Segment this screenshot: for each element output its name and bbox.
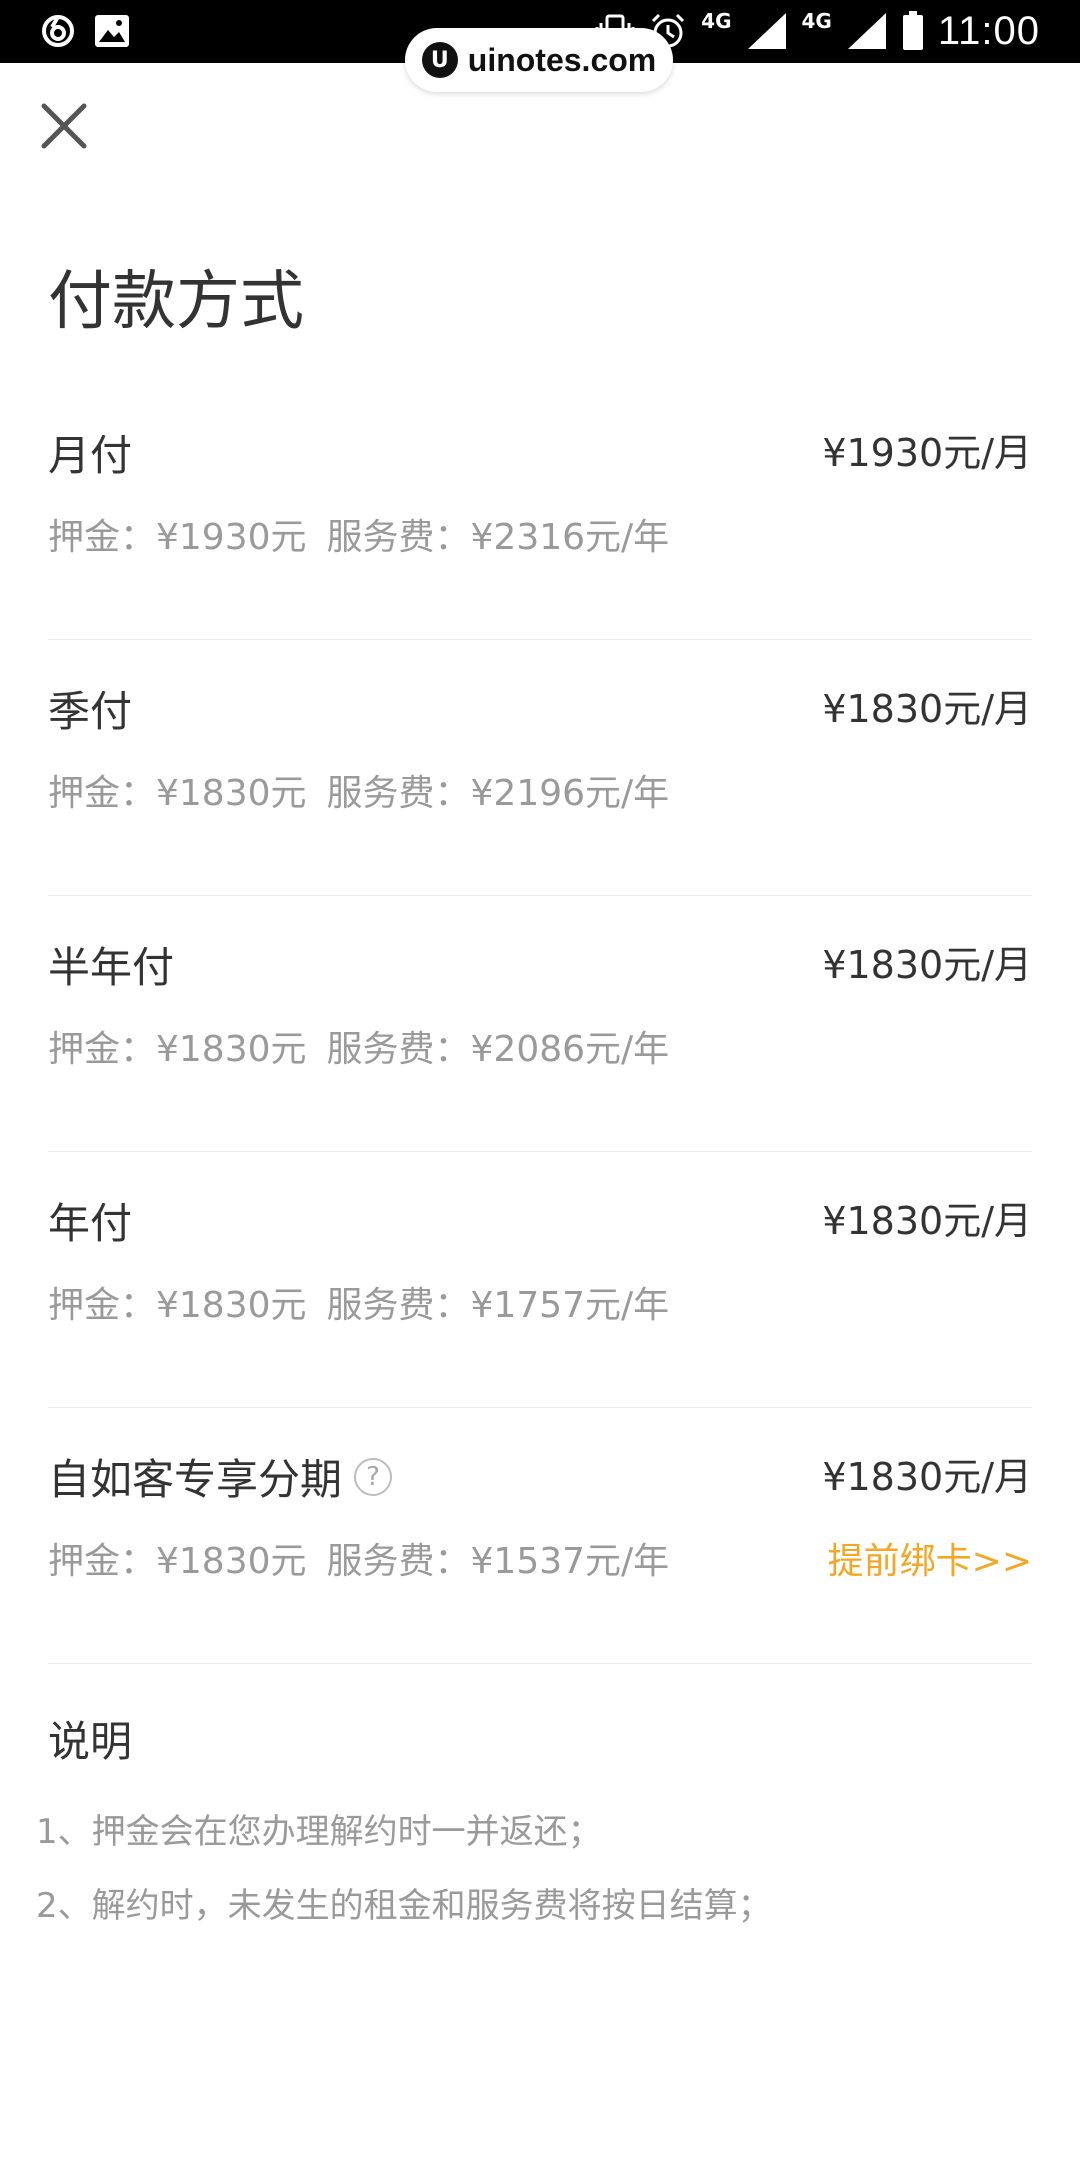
- plan-service-fee: 服务费：¥1757元/年: [326, 1285, 670, 1326]
- notes-list: 1、押金会在您办理解约时一并返还； 2、解约时，未发生的租金和服务费将按日结算；: [36, 1795, 772, 1943]
- close-button[interactable]: [38, 100, 90, 152]
- plan-item-monthly[interactable]: 月付 ¥1930元/月 押金：¥1930元 服务费：¥2316元/年: [48, 384, 1032, 640]
- watermark-text: uinotes.com: [467, 41, 657, 78]
- bind-card-link[interactable]: 提前绑卡>>: [828, 1532, 1032, 1584]
- plan-detail: 押金：¥1830元 服务费：¥2086元/年: [48, 1020, 669, 1072]
- watermark-logo: U: [421, 42, 458, 78]
- network-type-1: 4G: [701, 9, 732, 33]
- status-time: 11:00: [937, 8, 1040, 53]
- signal-icon: [746, 11, 788, 51]
- plan-deposit: 押金：¥1830元: [48, 773, 307, 814]
- plan-price: ¥1830元/月: [822, 943, 1032, 987]
- plan-deposit: 押金：¥1930元: [48, 517, 307, 558]
- plan-price: ¥1830元/月: [822, 1455, 1032, 1499]
- note-item: 1、押金会在您办理解约时一并返还；: [36, 1812, 602, 1852]
- notes-title: 说明: [48, 1717, 133, 1766]
- close-icon: [41, 103, 87, 149]
- plan-service-fee: 服务费：¥2196元/年: [326, 773, 670, 814]
- plan-detail: 押金：¥1830元 服务费：¥1757元/年: [48, 1276, 669, 1328]
- plan-name: 年付: [48, 1199, 133, 1248]
- watermark-badge: U uinotes.com: [405, 28, 673, 92]
- plan-item-quarterly[interactable]: 季付 ¥1830元/月 押金：¥1830元 服务费：¥2196元/年: [48, 640, 1032, 896]
- plan-item-yearly[interactable]: 年付 ¥1830元/月 押金：¥1830元 服务费：¥1757元/年: [48, 1152, 1032, 1408]
- plan-detail: 押金：¥1830元 服务费：¥1537元/年: [48, 1532, 669, 1584]
- plan-name: 半年付: [48, 943, 175, 992]
- netease-icon: [40, 13, 76, 49]
- plan-deposit: 押金：¥1830元: [48, 1285, 307, 1326]
- plan-deposit: 押金：¥1830元: [48, 1029, 307, 1070]
- plan-price: ¥1930元/月: [822, 431, 1032, 475]
- note-item: 2、解约时，未发生的租金和服务费将按日结算；: [36, 1886, 772, 1926]
- network-type-2: 4G: [801, 9, 832, 33]
- plan-price: ¥1830元/月: [822, 687, 1032, 731]
- plan-deposit: 押金：¥1830元: [48, 1541, 307, 1582]
- plan-price: ¥1830元/月: [822, 1199, 1032, 1243]
- signal-icon-2: [846, 11, 888, 51]
- payment-plan-list: 月付 ¥1930元/月 押金：¥1930元 服务费：¥2316元/年 季付 ¥18…: [48, 384, 1032, 1664]
- plan-service-fee: 服务费：¥1537元/年: [326, 1541, 670, 1582]
- plan-detail: 押金：¥1830元 服务费：¥2196元/年: [48, 764, 669, 816]
- help-icon[interactable]: ?: [354, 1457, 393, 1496]
- plan-name: 自如客专享分期: [48, 1455, 343, 1504]
- image-icon: [94, 14, 130, 48]
- battery-icon: [902, 11, 924, 51]
- plan-name-row: 自如客专享分期 ?: [48, 1446, 393, 1507]
- page-title: 付款方式: [48, 265, 304, 339]
- plan-service-fee: 服务费：¥2316元/年: [326, 517, 670, 558]
- plan-service-fee: 服务费：¥2086元/年: [326, 1029, 670, 1070]
- plan-detail: 押金：¥1930元 服务费：¥2316元/年: [48, 508, 669, 560]
- plan-item-half-year[interactable]: 半年付 ¥1830元/月 押金：¥1830元 服务费：¥2086元/年: [48, 896, 1032, 1152]
- plan-name: 季付: [48, 687, 133, 736]
- plan-item-installment[interactable]: 自如客专享分期 ? ¥1830元/月 押金：¥1830元 服务费：¥1537元/年…: [48, 1408, 1032, 1664]
- plan-name: 月付: [48, 431, 133, 480]
